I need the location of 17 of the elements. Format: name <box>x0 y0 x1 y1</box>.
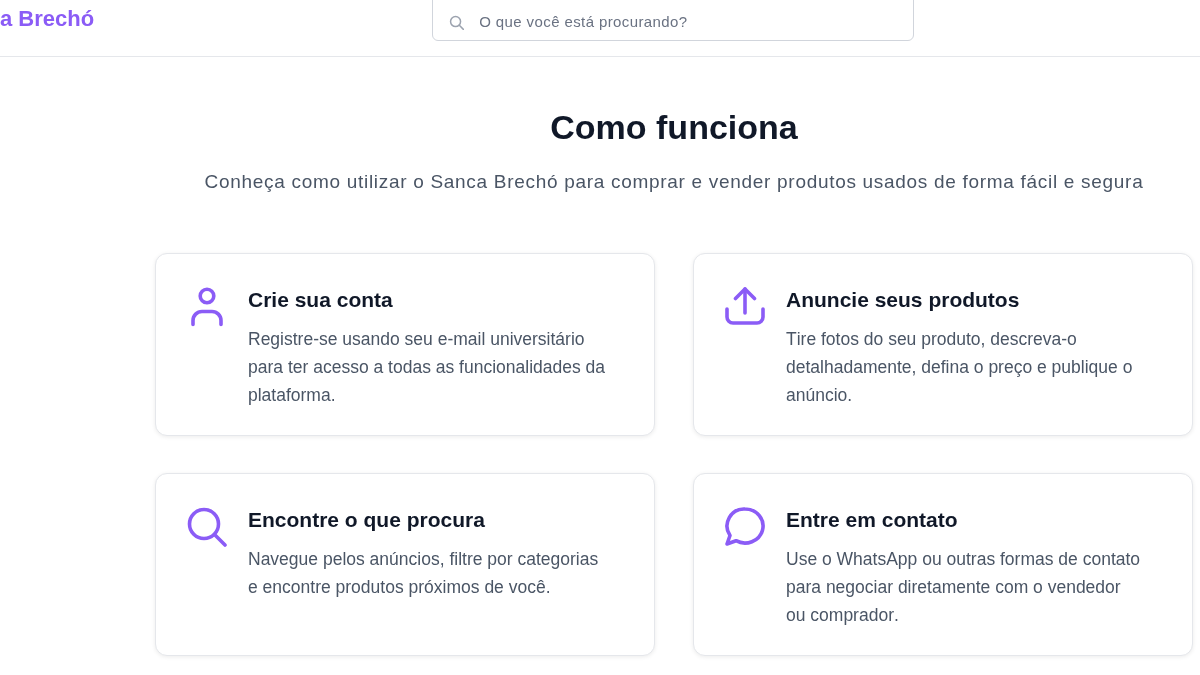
step-title: Encontre o que procura <box>248 507 486 533</box>
upload-icon <box>725 287 765 325</box>
search-field[interactable]: O que você está procurando? <box>432 0 915 41</box>
step-title: Entre em contato <box>786 507 959 533</box>
speech-bubble-icon <box>725 507 765 547</box>
section-subtitle: Conheça como utilizar o Sanca Brechó para comprar e vender produtos usados de forma fácil e segura <box>203 170 1145 194</box>
search-icon <box>187 507 227 547</box>
person-icon <box>190 287 224 327</box>
logo-text[interactable]: a Brechó <box>0 5 95 33</box>
section-title: Como funciona <box>549 107 799 147</box>
step-description: Navegue pelos anúncios, filtre por categorias e encontre produtos próximos de você. <box>248 548 600 599</box>
step-title: Anuncie seus produtos <box>786 287 1021 313</box>
step-description: Registre-se usando seu e-mail universitário para ter acesso a todas as funcionalidades da plataforma. <box>248 328 606 407</box>
step-description: Use o WhatsApp ou outras formas de contato para negociar diretamente com o vendedor ou comprador. <box>786 548 1142 627</box>
step-title: Crie sua conta <box>248 287 394 313</box>
step-description: Tire fotos do seu produto, descreva-o detalhadamente, defina o preço e publique o anúncio. <box>786 328 1134 407</box>
search-icon <box>449 15 465 30</box>
